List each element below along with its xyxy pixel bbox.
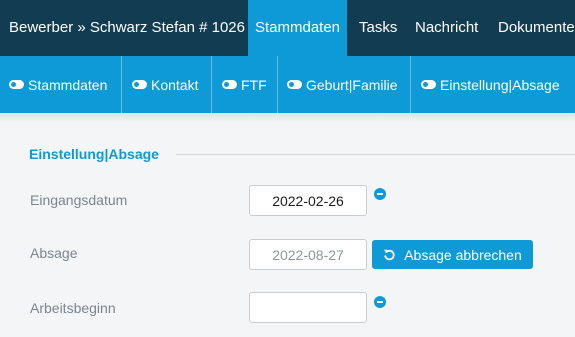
field-label-absage: Absage bbox=[30, 245, 78, 261]
tab-tasks[interactable]: Tasks bbox=[359, 0, 397, 56]
minus-circle-icon[interactable] bbox=[374, 188, 386, 200]
section-divider bbox=[176, 154, 575, 155]
absage-abbrechen-label: Absage abbrechen bbox=[404, 246, 522, 263]
undo-icon bbox=[383, 248, 396, 261]
subnav-item-label: Geburt|Familie bbox=[306, 76, 398, 93]
field-label-arbeitsbeginn: Arbeitsbeginn bbox=[30, 300, 116, 316]
section-navigation-bar: Stammdaten Kontakt FTF Geburt|Familie Ei… bbox=[0, 56, 575, 113]
subnav-item-kontakt[interactable]: Kontakt bbox=[122, 56, 212, 113]
subnav-item-einstellung-absage[interactable]: Einstellung|Absage bbox=[411, 56, 575, 113]
subnav-item-label: FTF bbox=[241, 76, 267, 93]
toggle-icon bbox=[132, 80, 147, 89]
tab-stammdaten[interactable]: Stammdaten bbox=[248, 0, 347, 56]
subnav-item-stammdaten[interactable]: Stammdaten bbox=[0, 56, 122, 113]
section-title: Einstellung|Absage bbox=[29, 146, 159, 162]
absage-input[interactable]: 2022-08-27 bbox=[249, 239, 367, 270]
subnav-item-geburt-familie[interactable]: Geburt|Familie bbox=[278, 56, 411, 113]
top-navigation-bar: Bewerber » Schwarz Stefan # 1026 Stammda… bbox=[0, 0, 575, 56]
tab-dokumente[interactable]: Dokumente bbox=[498, 0, 575, 56]
subbar-shadow bbox=[0, 113, 575, 123]
record-title: Bewerber » Schwarz Stefan # 1026 bbox=[9, 19, 245, 36]
subnav-item-ftf[interactable]: FTF bbox=[212, 56, 278, 113]
toggle-icon bbox=[9, 80, 24, 89]
toggle-icon bbox=[222, 80, 237, 89]
toggle-icon bbox=[287, 80, 302, 89]
toggle-icon bbox=[421, 80, 436, 89]
eingangsdatum-input[interactable]: 2022-02-26 bbox=[249, 185, 367, 216]
absage-abbrechen-button[interactable]: Absage abbrechen bbox=[372, 240, 533, 269]
subnav-item-label: Stammdaten bbox=[28, 76, 108, 93]
subnav-item-label: Einstellung|Absage bbox=[440, 76, 560, 93]
subnav-item-label: Kontakt bbox=[151, 76, 199, 93]
tab-nachricht[interactable]: Nachricht bbox=[415, 0, 478, 56]
arbeitsbeginn-input[interactable] bbox=[249, 292, 367, 323]
field-label-eingangsdatum: Eingangsdatum bbox=[30, 192, 128, 208]
minus-circle-icon[interactable] bbox=[374, 296, 386, 308]
